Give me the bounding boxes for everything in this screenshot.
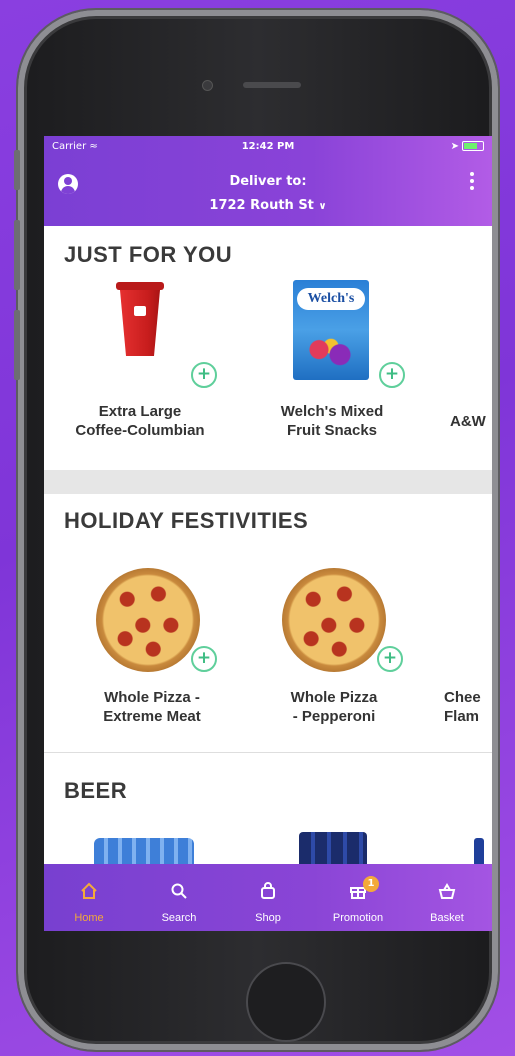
search-icon [171,883,187,899]
tab-label: Promotion [332,912,384,924]
product-name-partial[interactable]: Flam [444,707,479,726]
beer-product-image[interactable] [474,838,484,864]
app-screen: Carrier ≈ 12:42 PM ➤ Deliver to: 1722 Ro… [44,136,492,931]
add-to-cart-button[interactable]: + [191,646,217,672]
shopping-bag-icon [261,882,275,899]
pizza-image[interactable] [96,568,200,672]
coffee-cup-image[interactable] [116,282,164,356]
add-to-cart-button[interactable]: + [379,362,405,388]
product-name: Whole Pizza [290,689,378,706]
product-name: - Pepperoni [292,708,376,725]
mute-switch [14,150,20,190]
front-camera [202,80,213,91]
beer-product-image[interactable] [299,832,367,864]
status-right: ➤ [451,141,484,152]
beer-product-image[interactable] [94,838,194,864]
tab-basket[interactable]: Basket [402,864,492,931]
status-time: 12:42 PM [241,141,295,152]
add-to-cart-button[interactable]: + [191,362,217,388]
section-divider [44,752,492,753]
tab-label: Shop [255,912,281,924]
battery-icon [462,141,484,151]
tab-label: Home [74,912,104,924]
volume-up-button [14,220,20,290]
section-title-just-for-you: JUST FOR YOU [64,242,233,267]
product-name: Fruit Snacks [286,422,378,439]
deliver-to-label: Deliver to: [229,174,307,189]
more-options-icon[interactable] [470,172,474,193]
app-header: Carrier ≈ 12:42 PM ➤ Deliver to: 1722 Ro… [44,136,492,226]
tab-home[interactable]: Home [44,864,134,931]
section-divider [44,470,492,494]
home-feed[interactable]: JUST FOR YOU + Extra Large Coffee-Columb… [44,226,492,864]
pizza-image[interactable] [282,568,386,672]
bottom-tab-bar: Home Search Shop 1 Promotion Basket [44,864,492,931]
product-name-partial[interactable]: A&W [450,412,486,431]
product-name: Extra Large [98,403,182,420]
section-title-beer: BEER [64,778,128,803]
product-name: Whole Pizza - [104,689,200,706]
tab-promotion[interactable]: 1 Promotion [313,864,403,931]
tab-shop[interactable]: Shop [223,864,313,931]
tab-search[interactable]: Search [134,864,224,931]
location-arrow-icon: ➤ [450,141,459,152]
welchs-logo: Welch's [297,288,365,310]
earpiece-speaker [243,82,301,88]
product-name-partial[interactable]: Chee [444,688,481,707]
product-name: Extreme Meat [103,708,201,725]
delivery-address-selector[interactable]: 1722 Routh St ∨ [44,198,492,213]
add-to-cart-button[interactable]: + [377,646,403,672]
chevron-down-icon: ∨ [318,201,327,212]
section-title-holiday-festivities: HOLIDAY FESTIVITIES [64,508,309,533]
tab-label: Basket [430,912,464,924]
product-name: Welch's Mixed [280,403,384,420]
home-icon [81,882,97,899]
tab-label: Search [161,912,197,924]
home-button[interactable] [246,962,326,1042]
product-name: Coffee-Columbian [75,422,205,439]
delivery-address: 1722 Routh St [209,198,314,213]
fruit-snacks-image[interactable]: Welch's [293,280,369,380]
volume-down-button [14,310,20,380]
basket-icon [438,883,456,899]
promotion-badge: 1 [363,876,379,892]
status-bar: Carrier ≈ 12:42 PM ➤ [44,141,492,157]
